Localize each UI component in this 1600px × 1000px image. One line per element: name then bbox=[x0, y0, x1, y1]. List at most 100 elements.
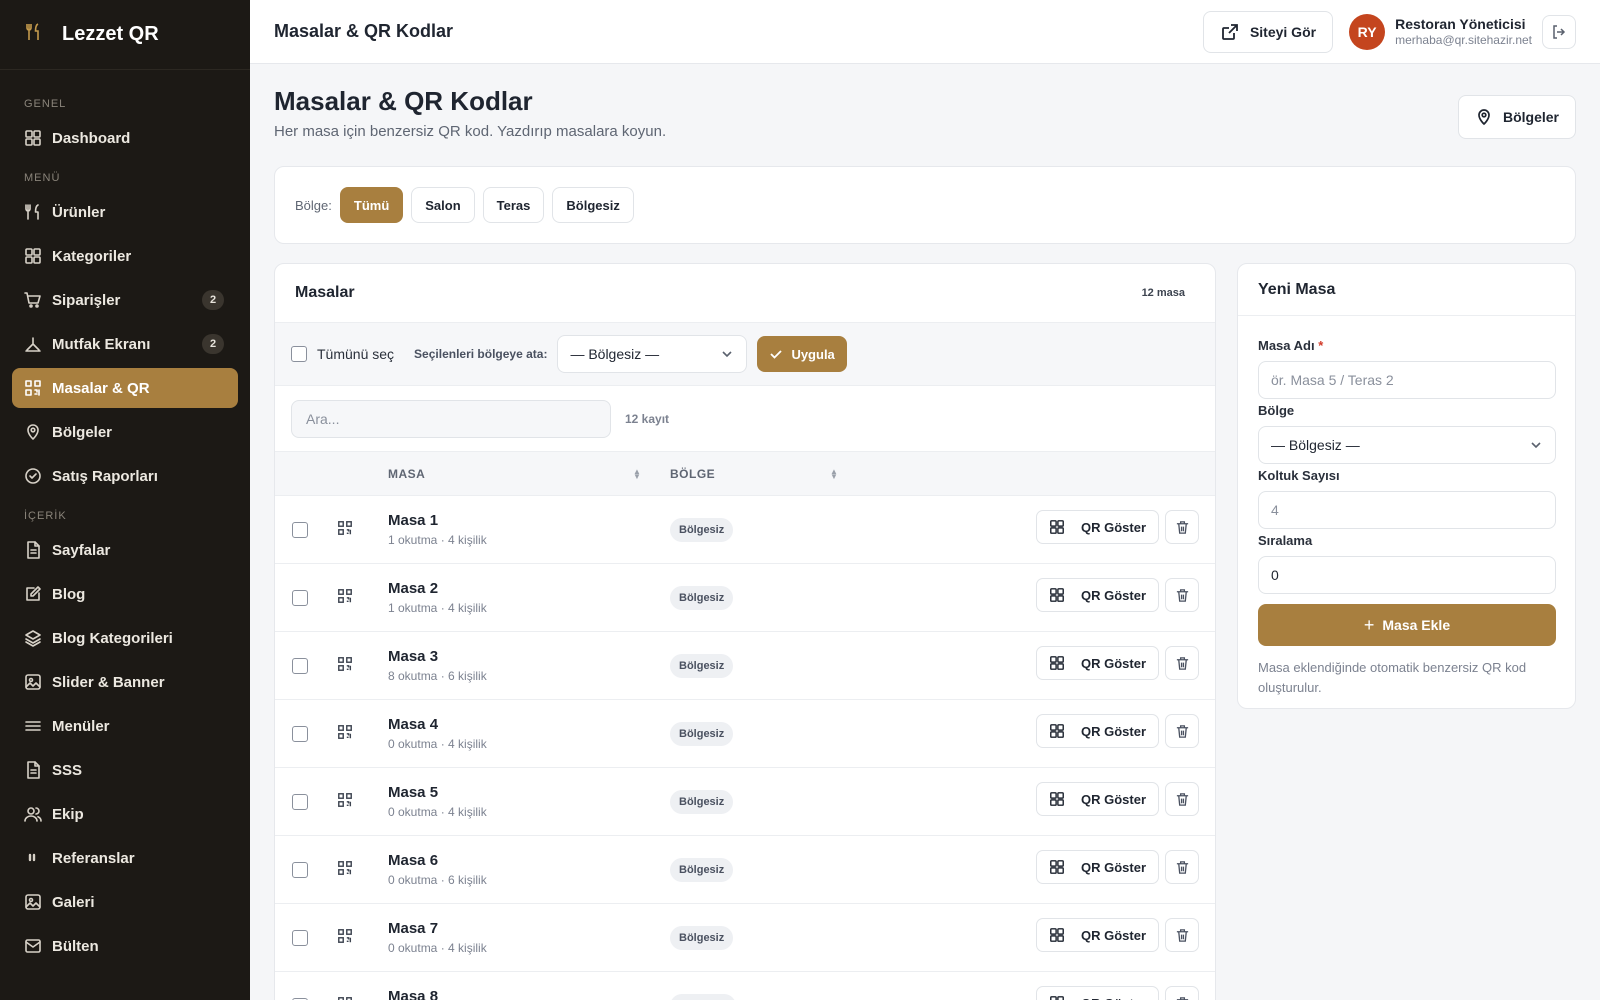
qr-code-icon bbox=[337, 996, 353, 1000]
show-qr-label: QR Göster bbox=[1080, 927, 1146, 943]
region-chip[interactable]: Bölgesiz bbox=[552, 187, 634, 223]
delete-button[interactable] bbox=[1165, 782, 1199, 816]
sidebar-item[interactable]: Menüler bbox=[12, 706, 238, 746]
grid-icon bbox=[24, 129, 52, 147]
table-row: Masa 3 8 okutma · 6 kişilik Bölgesiz QR Gös… bbox=[275, 632, 1215, 700]
sidebar-item[interactable]: Ekip bbox=[12, 794, 238, 834]
sidebar-item[interactable]: Siparişler 2 bbox=[12, 280, 238, 320]
row-checkbox[interactable] bbox=[292, 930, 308, 946]
sidebar-item[interactable]: SSS bbox=[12, 750, 238, 790]
plus-icon: + bbox=[1363, 614, 1375, 635]
sidebar-item[interactable]: Bölgeler bbox=[12, 412, 238, 452]
show-qr-button[interactable]: QR Göster bbox=[1035, 714, 1159, 748]
search-input[interactable] bbox=[291, 399, 611, 438]
delete-button[interactable] bbox=[1165, 646, 1199, 680]
sidebar-item[interactable]: Blog Kategorileri bbox=[12, 618, 238, 658]
row-checkbox[interactable] bbox=[292, 726, 308, 742]
trash-icon bbox=[1175, 996, 1190, 1000]
show-qr-button[interactable]: QR Göster bbox=[1035, 510, 1159, 544]
sidebar-item-label: Ürünler bbox=[52, 203, 106, 221]
sidebar-item[interactable]: Masalar & QR bbox=[12, 368, 238, 408]
sidebar-item[interactable]: Galeri bbox=[12, 882, 238, 922]
select-all-label[interactable]: Tümünü seç bbox=[317, 346, 394, 362]
logout-button[interactable] bbox=[1542, 14, 1576, 49]
seats-input[interactable]: 4 bbox=[1258, 491, 1556, 529]
row-checkbox[interactable] bbox=[292, 794, 308, 810]
region-badge: Bölgesiz bbox=[670, 858, 734, 882]
layers-icon bbox=[24, 629, 52, 647]
table-meta: 0 okutma · 4 kişilik bbox=[388, 941, 487, 955]
avatar[interactable]: RY bbox=[1349, 13, 1386, 50]
region-badge: Bölgesiz bbox=[670, 926, 734, 950]
sidebar-item-label: Bülten bbox=[52, 937, 99, 955]
apply-button[interactable]: Uygula bbox=[757, 336, 847, 372]
sidebar-item[interactable]: Blog bbox=[12, 574, 238, 614]
show-qr-button[interactable]: QR Göster bbox=[1035, 986, 1159, 1000]
row-checkbox[interactable] bbox=[292, 522, 308, 538]
check-icon bbox=[770, 350, 783, 359]
order-label: Sıralama bbox=[1258, 533, 1313, 548]
chevron-down-icon bbox=[1531, 442, 1541, 449]
row-checkbox[interactable] bbox=[292, 590, 308, 606]
region-badge: Bölgesiz bbox=[670, 518, 734, 542]
delete-button[interactable] bbox=[1165, 510, 1199, 544]
sidebar-item[interactable]: Slider & Banner bbox=[12, 662, 238, 702]
show-qr-button[interactable]: QR Göster bbox=[1035, 646, 1159, 680]
column-bolge[interactable]: BÖLGE bbox=[670, 467, 715, 481]
table-name: Masa 1 bbox=[388, 512, 439, 529]
region-chip[interactable]: Teras bbox=[482, 187, 545, 223]
filter-chips: Tümü Salon Teras Bölgesiz bbox=[339, 187, 642, 223]
table-row: Masa 2 1 okutma · 4 kişilik Bölgesiz QR Gös… bbox=[275, 564, 1215, 632]
show-qr-button[interactable]: QR Göster bbox=[1035, 578, 1159, 612]
bulk-region-select[interactable]: — Bölgesiz — bbox=[557, 335, 748, 373]
sort-icon[interactable]: ▲ ▼ bbox=[633, 467, 641, 480]
add-table-button[interactable]: + Masa Ekle bbox=[1258, 604, 1556, 646]
show-qr-button[interactable]: QR Göster bbox=[1035, 782, 1159, 816]
user-info[interactable]: Restoran Yöneticisi merhaba@qr.sitehazir… bbox=[1395, 16, 1532, 47]
show-qr-button[interactable]: QR Göster bbox=[1035, 850, 1159, 884]
sidebar-item-label: Dashboard bbox=[52, 129, 131, 147]
sidebar-item-label: Sayfalar bbox=[52, 541, 111, 559]
qr-code-icon bbox=[337, 724, 353, 745]
brand[interactable]: Lezzet QR bbox=[0, 0, 250, 70]
trash-icon bbox=[1175, 656, 1190, 671]
sidebar-item[interactable]: Referanslar bbox=[12, 838, 238, 878]
region-select[interactable]: — Bölgesiz — bbox=[1258, 426, 1556, 464]
row-checkbox[interactable] bbox=[292, 862, 308, 878]
sidebar-item[interactable]: Bülten bbox=[12, 926, 238, 966]
delete-button[interactable] bbox=[1165, 918, 1199, 952]
select-all-checkbox[interactable] bbox=[291, 346, 307, 362]
region-badge: Bölgesiz bbox=[670, 790, 734, 814]
qr-code-icon bbox=[337, 656, 353, 677]
cart-icon bbox=[24, 291, 52, 309]
delete-button[interactable] bbox=[1165, 986, 1199, 1000]
region-chip[interactable]: Salon bbox=[411, 187, 475, 223]
sidebar-item[interactable]: Kategoriler bbox=[12, 236, 238, 276]
region-chip[interactable]: Tümü bbox=[339, 187, 404, 223]
table-name: Masa 2 bbox=[388, 580, 439, 597]
order-input[interactable]: 0 bbox=[1258, 556, 1556, 594]
sort-icon[interactable]: ▲ ▼ bbox=[830, 467, 838, 480]
sidebar-item[interactable]: Sayfalar bbox=[12, 530, 238, 570]
sidebar-item[interactable]: Dashboard bbox=[12, 118, 238, 158]
table-name-input[interactable]: ör. Masa 5 / Teras 2 bbox=[1258, 361, 1556, 399]
qr-code-icon bbox=[337, 520, 353, 541]
region-filter: Bölge: Tümü Salon Teras Bölgesiz bbox=[274, 166, 1576, 244]
column-masa[interactable]: MASA bbox=[388, 467, 425, 481]
row-checkbox[interactable] bbox=[292, 658, 308, 674]
sidebar-item[interactable]: Mutfak Ekranı 2 bbox=[12, 324, 238, 364]
sidebar-item[interactable]: Ürünler bbox=[12, 192, 238, 232]
regions-label: Bölgeler bbox=[1502, 109, 1559, 125]
show-qr-button[interactable]: QR Göster bbox=[1035, 918, 1159, 952]
table-meta: 8 okutma · 6 kişilik bbox=[388, 669, 487, 683]
delete-button[interactable] bbox=[1165, 850, 1199, 884]
table-header: MASA ▲ ▼ BÖLGE ▲ ▼ bbox=[275, 452, 1215, 496]
delete-button[interactable] bbox=[1165, 578, 1199, 612]
user-name: Restoran Yöneticisi bbox=[1395, 15, 1526, 32]
regions-button[interactable]: Bölgeler bbox=[1457, 95, 1576, 139]
sidebar-item[interactable]: Satış Raporları bbox=[12, 456, 238, 496]
view-site-button[interactable]: Siteyi Gör bbox=[1202, 10, 1334, 53]
delete-button[interactable] bbox=[1165, 714, 1199, 748]
bulk-region-value: — Bölgesiz — bbox=[570, 346, 660, 362]
trash-icon bbox=[1175, 860, 1190, 875]
